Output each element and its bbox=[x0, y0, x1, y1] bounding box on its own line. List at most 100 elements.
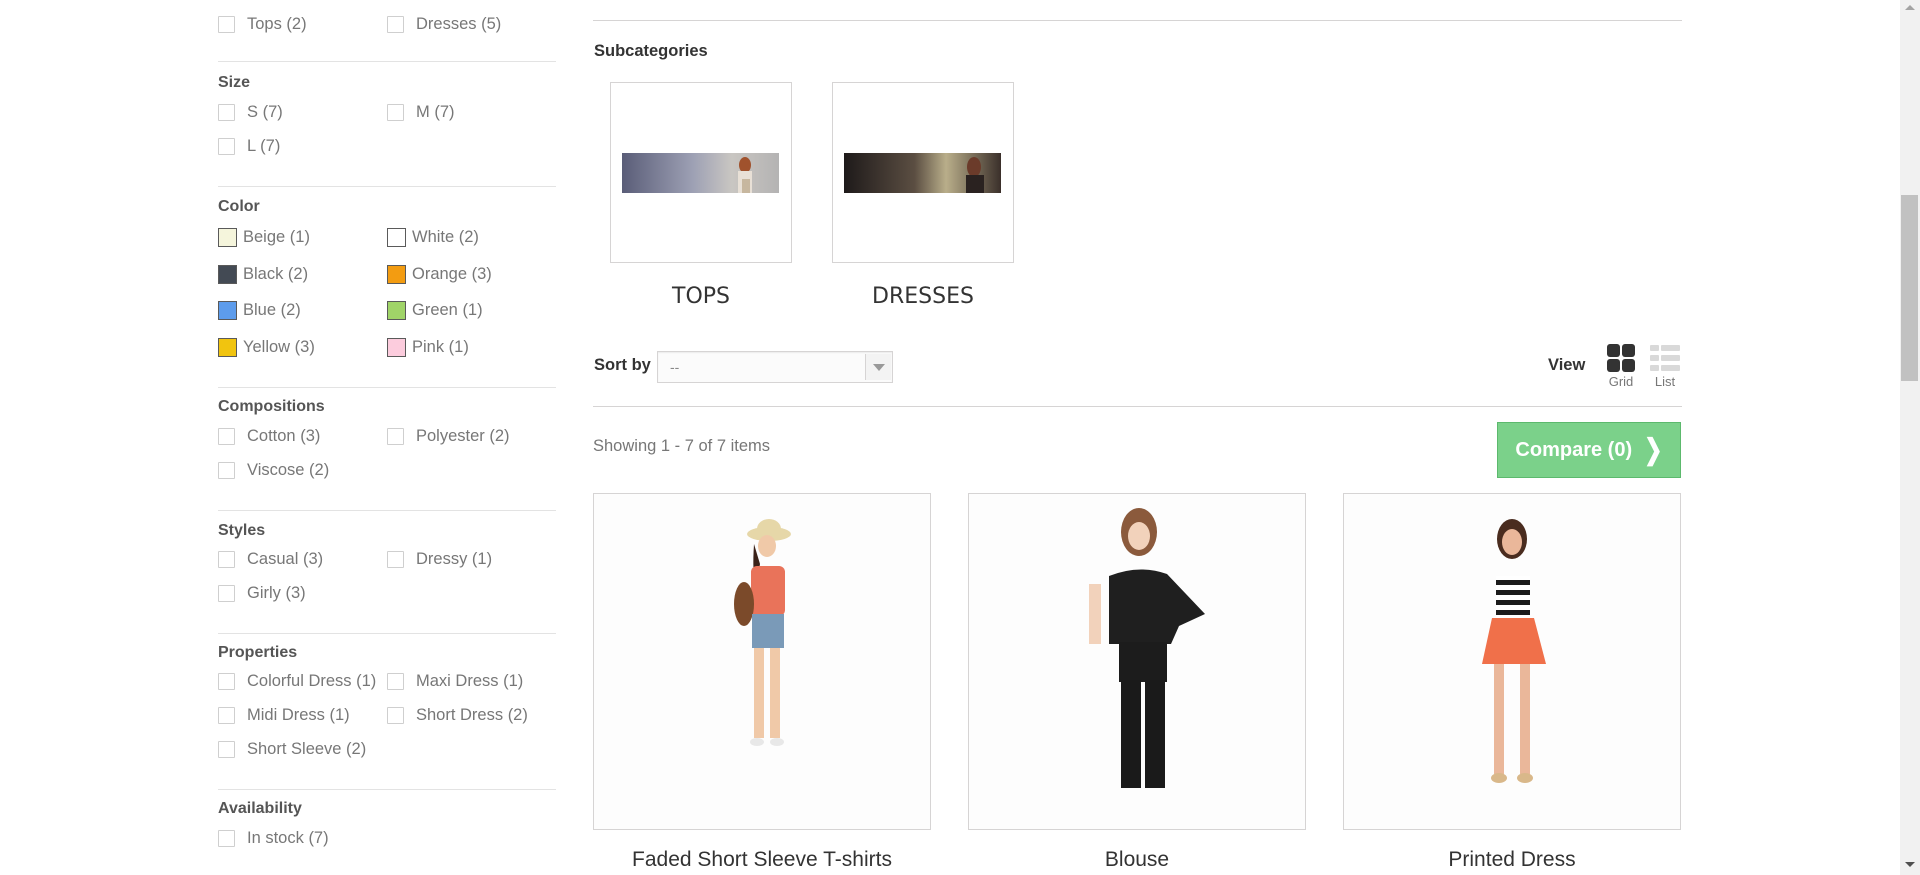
filter-option-cotton[interactable]: Cotton (3) bbox=[218, 427, 320, 446]
color-swatch[interactable] bbox=[387, 265, 406, 284]
filter-option-color-pink[interactable]: Pink (1) bbox=[387, 338, 469, 357]
subcategory-tops-name[interactable]: TOPS bbox=[610, 284, 792, 309]
checkbox[interactable] bbox=[218, 673, 235, 690]
view-label: View bbox=[1548, 356, 1586, 374]
divider bbox=[593, 20, 1682, 21]
filter-option-color-blue[interactable]: Blue (2) bbox=[218, 301, 301, 320]
filter-option-label: Pink (1) bbox=[412, 338, 469, 356]
filter-option-tops[interactable]: Tops (2) bbox=[218, 15, 307, 34]
filter-option-color-beige[interactable]: Beige (1) bbox=[218, 228, 310, 247]
grid-icon bbox=[1607, 344, 1635, 372]
checkbox[interactable] bbox=[387, 551, 404, 568]
filter-title-compositions: Compositions bbox=[218, 398, 325, 415]
filter-option-label: Dresses (5) bbox=[416, 15, 502, 33]
filter-option-polyester[interactable]: Polyester (2) bbox=[387, 427, 510, 446]
compare-button[interactable]: Compare (0) ❯ bbox=[1497, 422, 1681, 478]
filter-option-color-black[interactable]: Black (2) bbox=[218, 265, 308, 284]
filter-title-color: Color bbox=[218, 198, 260, 215]
color-swatch[interactable] bbox=[218, 338, 237, 357]
sort-by-label: Sort by bbox=[594, 356, 651, 374]
checkbox[interactable] bbox=[218, 551, 235, 568]
view-list-label: List bbox=[1654, 374, 1676, 389]
filter-option-color-yellow[interactable]: Yellow (3) bbox=[218, 338, 315, 357]
color-swatch[interactable] bbox=[387, 228, 406, 247]
checkbox[interactable] bbox=[387, 707, 404, 724]
scroll-up-arrow-icon[interactable] bbox=[1905, 5, 1915, 10]
subcategory-tops-image-link[interactable] bbox=[610, 82, 792, 263]
checkbox[interactable] bbox=[387, 428, 404, 445]
checkbox[interactable] bbox=[218, 104, 235, 121]
compare-button-label: Compare (0) bbox=[1515, 438, 1633, 461]
view-grid-button[interactable]: Grid bbox=[1601, 344, 1641, 396]
filter-option-label: Polyester (2) bbox=[416, 427, 510, 445]
filter-option-color-orange[interactable]: Orange (3) bbox=[387, 265, 492, 284]
color-swatch[interactable] bbox=[218, 228, 237, 247]
filter-option-label: In stock (7) bbox=[247, 829, 329, 847]
filter-option-size-s[interactable]: S (7) bbox=[218, 103, 283, 122]
filter-option-label: Blue (2) bbox=[243, 301, 301, 319]
checkbox[interactable] bbox=[218, 585, 235, 602]
filter-option-label: M (7) bbox=[416, 103, 455, 121]
product-count: Showing 1 - 7 of 7 items bbox=[593, 437, 771, 455]
filter-option-girly[interactable]: Girly (3) bbox=[218, 584, 306, 603]
filter-option-short-dress[interactable]: Short Dress (2) bbox=[387, 706, 528, 725]
filter-option-viscose[interactable]: Viscose (2) bbox=[218, 461, 329, 480]
filter-option-colorful-dress[interactable]: Colorful Dress (1) bbox=[218, 672, 376, 691]
checkbox[interactable] bbox=[218, 138, 235, 155]
filter-option-label: Cotton (3) bbox=[247, 427, 321, 445]
chevron-down-icon[interactable] bbox=[865, 354, 891, 380]
checkbox[interactable] bbox=[218, 707, 235, 724]
product-name[interactable]: Blouse bbox=[968, 848, 1306, 872]
checkbox[interactable] bbox=[218, 16, 235, 33]
filter-option-casual[interactable]: Casual (3) bbox=[218, 550, 323, 569]
filter-option-size-l[interactable]: L (7) bbox=[218, 137, 280, 156]
filter-option-label: Colorful Dress (1) bbox=[247, 672, 377, 690]
subcategory-dresses-image-link[interactable] bbox=[832, 82, 1014, 263]
divider bbox=[218, 61, 556, 62]
filter-option-color-white[interactable]: White (2) bbox=[387, 228, 479, 247]
page-scrollbar[interactable] bbox=[1900, 0, 1920, 875]
sort-select[interactable]: -- bbox=[657, 351, 893, 383]
color-swatch[interactable] bbox=[387, 301, 406, 320]
filter-option-label: Beige (1) bbox=[243, 228, 310, 246]
product-name[interactable]: Faded Short Sleeve T-shirts bbox=[593, 848, 931, 872]
subcategory-dresses-banner bbox=[844, 153, 1001, 193]
checkbox[interactable] bbox=[218, 428, 235, 445]
filter-option-short-sleeve[interactable]: Short Sleeve (2) bbox=[218, 740, 366, 759]
filter-option-label: Yellow (3) bbox=[243, 338, 315, 356]
filter-option-dresses[interactable]: Dresses (5) bbox=[387, 15, 501, 34]
checkbox[interactable] bbox=[387, 673, 404, 690]
filter-option-label: Short Dress (2) bbox=[416, 706, 528, 724]
color-swatch[interactable] bbox=[387, 338, 406, 357]
filter-option-midi-dress[interactable]: Midi Dress (1) bbox=[218, 706, 350, 725]
filter-option-size-m[interactable]: M (7) bbox=[387, 103, 455, 122]
color-swatch[interactable] bbox=[218, 301, 237, 320]
checkbox[interactable] bbox=[387, 16, 404, 33]
view-list-button[interactable]: List bbox=[1645, 344, 1685, 396]
filter-option-label: Casual (3) bbox=[247, 550, 324, 568]
scroll-down-arrow-icon[interactable] bbox=[1905, 862, 1915, 867]
scrollbar-thumb[interactable] bbox=[1901, 195, 1918, 381]
product-name[interactable]: Printed Dress bbox=[1343, 848, 1681, 872]
divider bbox=[218, 510, 556, 511]
color-swatch[interactable] bbox=[218, 265, 237, 284]
filter-option-dressy[interactable]: Dressy (1) bbox=[387, 550, 492, 569]
filter-option-maxi-dress[interactable]: Maxi Dress (1) bbox=[387, 672, 523, 691]
filter-option-label: Orange (3) bbox=[412, 265, 492, 283]
checkbox[interactable] bbox=[218, 462, 235, 479]
filter-option-label: Midi Dress (1) bbox=[247, 706, 350, 724]
sort-select-value: -- bbox=[670, 359, 680, 375]
filter-option-label: Girly (3) bbox=[247, 584, 306, 602]
subcategory-tops-banner bbox=[622, 153, 779, 193]
filter-option-in-stock[interactable]: In stock (7) bbox=[218, 829, 329, 848]
checkbox[interactable] bbox=[387, 104, 404, 121]
product-image-link[interactable] bbox=[593, 493, 931, 830]
subcategory-dresses-name[interactable]: DRESSES bbox=[832, 284, 1014, 309]
divider bbox=[218, 186, 556, 187]
product-image bbox=[1344, 494, 1680, 829]
checkbox[interactable] bbox=[218, 830, 235, 847]
product-image-link[interactable] bbox=[1343, 493, 1681, 830]
filter-option-color-green[interactable]: Green (1) bbox=[387, 301, 483, 320]
checkbox[interactable] bbox=[218, 741, 235, 758]
product-image-link[interactable] bbox=[968, 493, 1306, 830]
